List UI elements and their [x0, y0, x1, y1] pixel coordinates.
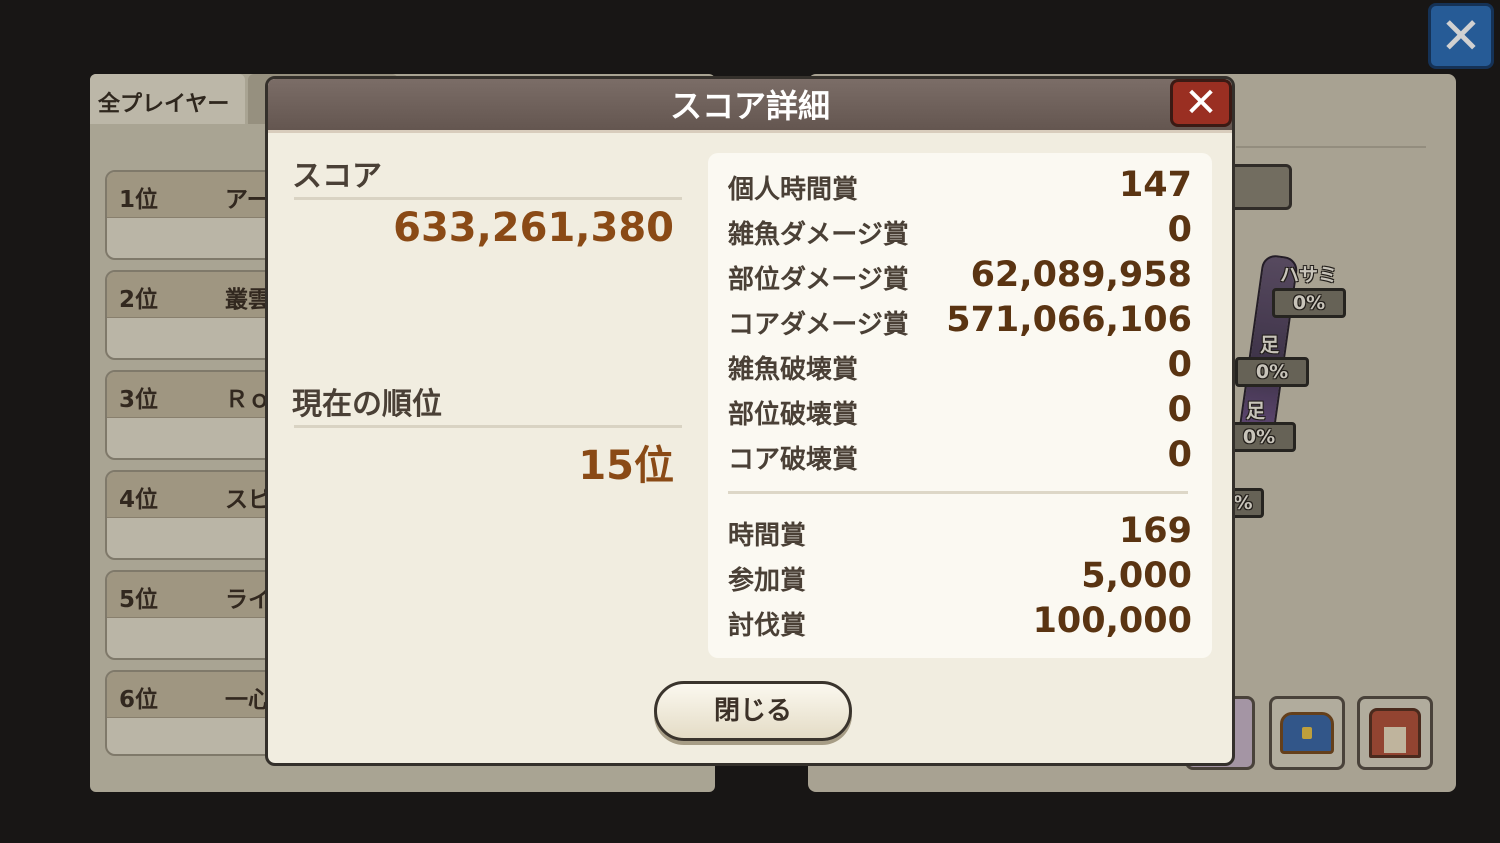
dialog-close-button[interactable]: ✕ — [1170, 79, 1232, 127]
detail-value: 571,066,106 — [946, 300, 1192, 340]
rank-value: 15位 — [578, 443, 674, 489]
bonus-value: 169 — [1118, 511, 1192, 551]
detail-label: 個人時間賞 — [728, 175, 859, 205]
divider — [294, 197, 682, 200]
close-icon: ✕ — [1184, 80, 1218, 126]
bonus-label: 参加賞 — [728, 566, 807, 596]
bonus-row: 時間賞 169 — [728, 511, 1192, 551]
detail-label: 雑魚破壊賞 — [728, 355, 859, 385]
detail-value: 0 — [1167, 390, 1192, 430]
detail-row: 雑魚ダメージ賞 0 — [728, 210, 1192, 250]
rank-label: 現在の順位 — [292, 387, 442, 422]
detail-label: コアダメージ賞 — [728, 310, 909, 340]
detail-label: 部位破壊賞 — [728, 400, 859, 430]
bonus-row: 討伐賞 100,000 — [728, 601, 1192, 641]
detail-label: 部位ダメージ賞 — [728, 265, 909, 295]
detail-row: 部位ダメージ賞 62,089,958 — [728, 255, 1192, 295]
score-value: 633,261,380 — [393, 205, 674, 251]
score-breakdown-panel: 個人時間賞 147 雑魚ダメージ賞 0 部位ダメージ賞 62,089,958 コ… — [708, 153, 1212, 658]
detail-label: コア破壊賞 — [728, 445, 859, 475]
detail-row: 部位破壊賞 0 — [728, 390, 1192, 430]
divider — [294, 425, 682, 428]
bonus-label: 時間賞 — [728, 521, 807, 551]
detail-value: 0 — [1167, 210, 1192, 250]
detail-value: 147 — [1118, 165, 1192, 205]
detail-row: コアダメージ賞 571,066,106 — [728, 300, 1192, 340]
score-detail-dialog: スコア詳細 ✕ スコア 633,261,380 現在の順位 15位 個人時間賞 … — [265, 76, 1235, 766]
bonus-label: 討伐賞 — [728, 611, 807, 641]
score-label: スコア — [292, 159, 382, 194]
dialog-title: スコア詳細 — [669, 87, 830, 125]
detail-value: 0 — [1167, 345, 1192, 385]
divider — [728, 491, 1188, 494]
detail-value: 62,089,958 — [970, 255, 1192, 295]
close-button[interactable]: 閉じる — [654, 681, 852, 741]
bonus-value: 5,000 — [1081, 556, 1192, 596]
detail-value: 0 — [1167, 435, 1192, 475]
detail-row: 個人時間賞 147 — [728, 165, 1192, 205]
bonus-value: 100,000 — [1032, 601, 1192, 641]
detail-row: 雑魚破壊賞 0 — [728, 345, 1192, 385]
bonus-row: 参加賞 5,000 — [728, 556, 1192, 596]
detail-row: コア破壊賞 0 — [728, 435, 1192, 475]
detail-label: 雑魚ダメージ賞 — [728, 220, 909, 250]
